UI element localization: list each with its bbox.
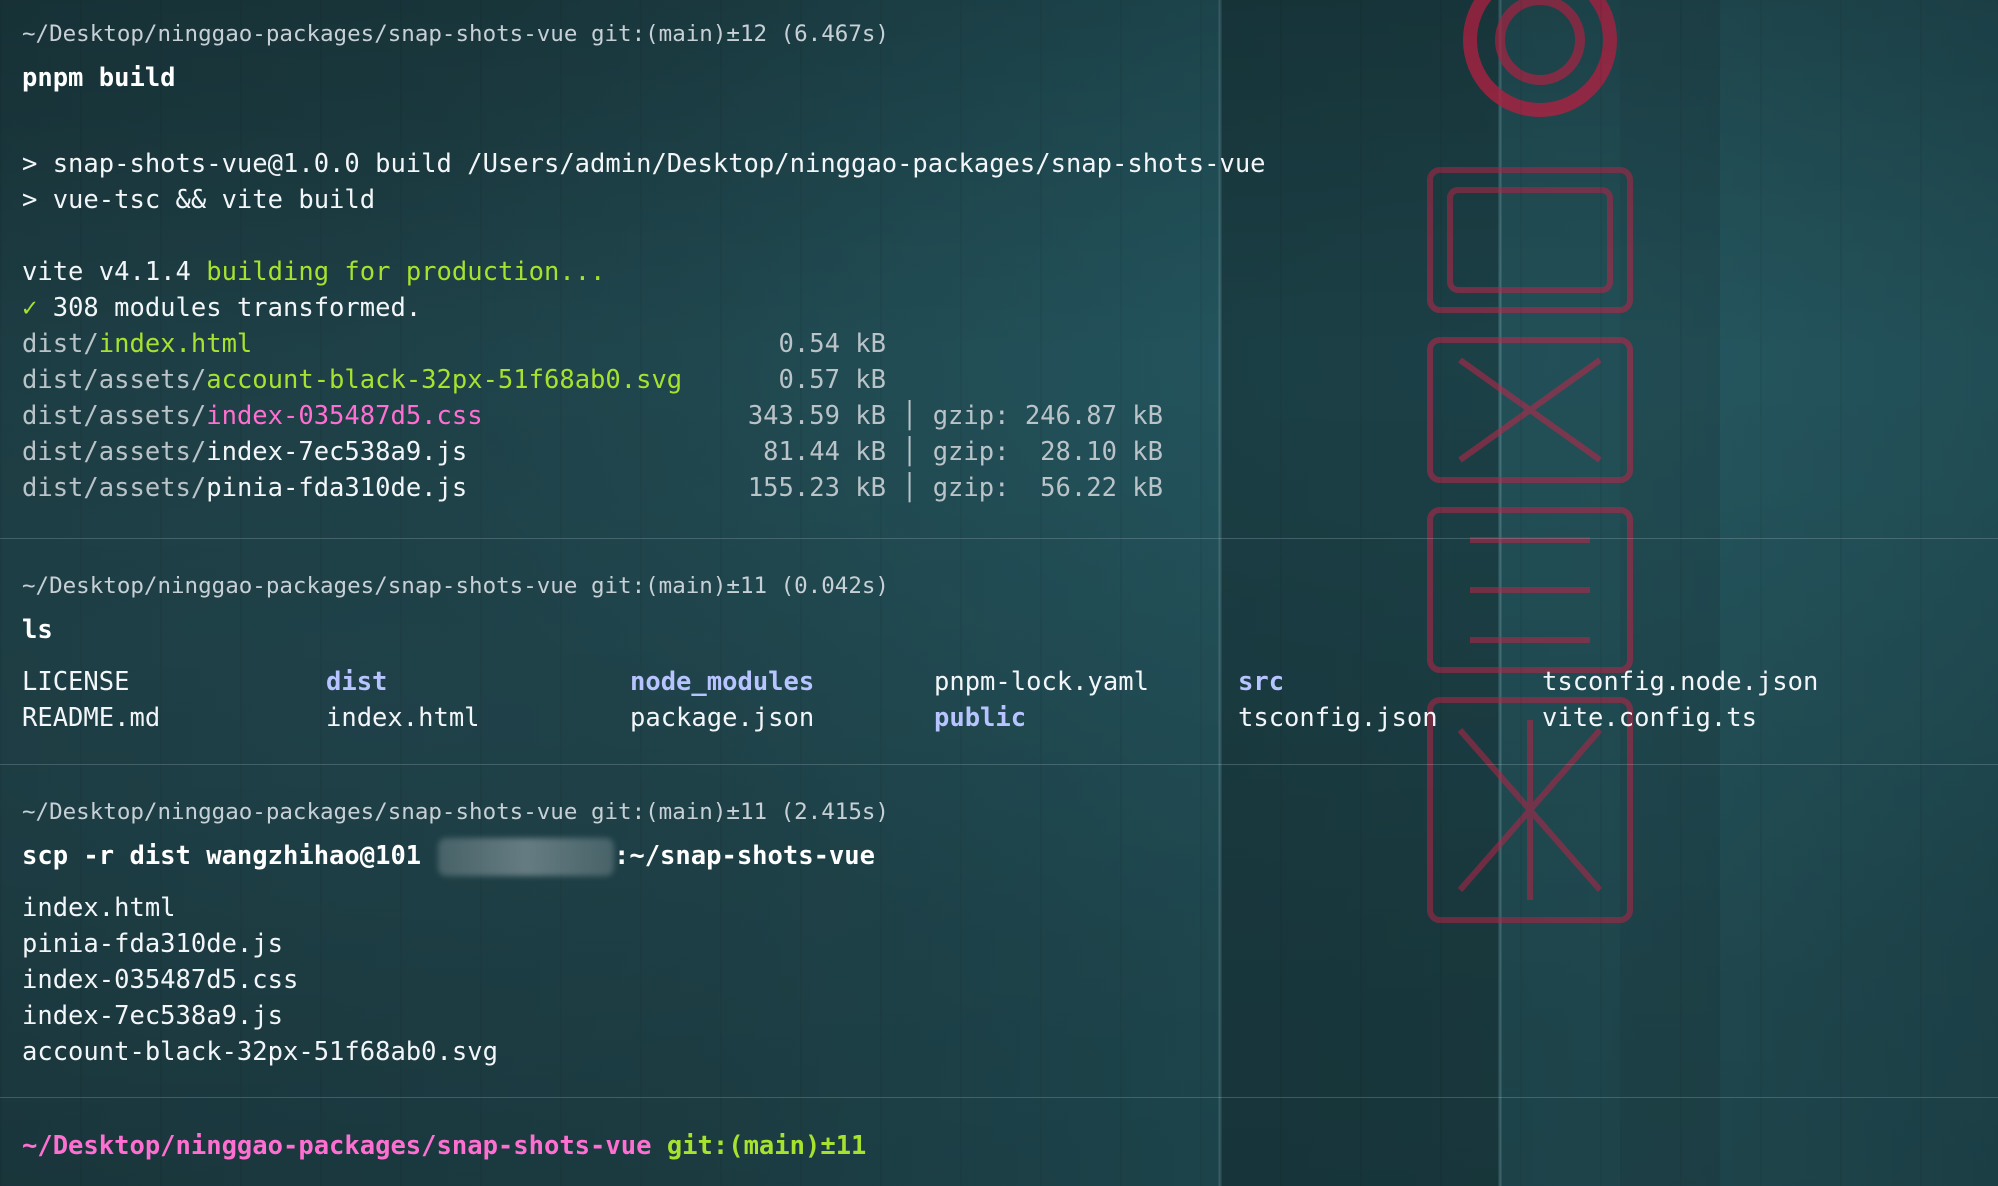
scp-output-line: pinia-fda310de.js	[22, 929, 283, 959]
vite-version: vite v4.1.4	[22, 257, 191, 287]
build-script-line: > snap-shots-vue@1.0.0 build /Users/admi…	[22, 149, 1266, 179]
build-file-row: dist/assets/pinia-fda310de.js	[22, 473, 468, 503]
build-file-row: dist/assets/index-7ec538a9.js	[22, 437, 468, 467]
ls-entry-dir: node_modules	[630, 667, 815, 697]
file-size: 0.57 kB	[778, 365, 886, 395]
file-name: index.html	[98, 329, 253, 359]
file-size: 155.23 kB	[747, 473, 886, 503]
modules-transformed: ✓ 308 modules transformed.	[22, 290, 421, 326]
build-file-row: dist/assets/account-black-32px-51f68ab0.…	[22, 365, 683, 395]
current-prompt-input[interactable]: ~/Desktop/ninggao-packages/snap-shots-vu…	[22, 1128, 866, 1164]
redacted-ip-blur	[438, 838, 614, 876]
block3-command-suffix: :~/snap-shots-vue	[614, 841, 875, 871]
ls-entry-dir: public	[934, 703, 1027, 733]
current-prompt-path: ~/Desktop/ninggao-packages/snap-shots-vu…	[22, 1131, 652, 1161]
gzip-size: │ gzip: 56.22 kB	[902, 473, 1163, 503]
ls-entry: vite.config.ts	[1542, 703, 1757, 733]
ls-entry: LICENSE	[22, 667, 130, 697]
file-size: 81.44 kB	[763, 437, 886, 467]
scp-output-line: account-black-32px-51f68ab0.svg	[22, 1037, 498, 1067]
block1-prompt: ~/Desktop/ninggao-packages/snap-shots-vu…	[22, 21, 889, 47]
gzip-size: │ gzip: 28.10 kB	[902, 437, 1163, 467]
block1-command: pnpm build	[22, 63, 176, 93]
ls-entry: tsconfig.node.json	[1542, 667, 1819, 697]
build-file-row: dist/index.html	[22, 329, 253, 359]
gzip-size: │ gzip: 246.87 kB	[902, 401, 1163, 431]
file-size: 0.54 kB	[778, 329, 886, 359]
scp-output-line: index-7ec538a9.js	[22, 1001, 283, 1031]
file-size: 343.59 kB	[747, 401, 886, 431]
file-name: index-035487d5.css	[206, 401, 483, 431]
block2-command: ls	[22, 615, 53, 645]
scp-output-line: index-035487d5.css	[22, 965, 299, 995]
current-prompt-git: git:(main)±11	[666, 1131, 867, 1161]
ls-entry: README.md	[22, 703, 161, 733]
ls-entry: package.json	[630, 703, 815, 733]
scp-output-line: index.html	[22, 893, 176, 923]
file-name: index-7ec538a9.js	[206, 437, 468, 467]
ls-entry: tsconfig.json	[1238, 703, 1438, 733]
block3-command-prefix: scp -r dist wangzhihao@101	[22, 841, 422, 871]
file-name: pinia-fda310de.js	[206, 473, 468, 503]
ls-entry: pnpm-lock.yaml	[934, 667, 1149, 697]
terminal-window[interactable]: ~/Desktop/ninggao-packages/snap-shots-vu…	[0, 0, 1998, 1186]
block3-prompt: ~/Desktop/ninggao-packages/snap-shots-vu…	[22, 799, 889, 825]
block-separator	[0, 538, 1998, 539]
build-script-line: > vue-tsc && vite build	[22, 185, 376, 215]
vite-build-status: vite v4.1.4 building for production...	[22, 254, 605, 290]
block2-prompt: ~/Desktop/ninggao-packages/snap-shots-vu…	[22, 573, 889, 599]
build-file-row: dist/assets/index-035487d5.css	[22, 401, 483, 431]
ls-entry-dir: src	[1238, 667, 1285, 697]
block-separator	[0, 1097, 1998, 1098]
file-name: account-black-32px-51f68ab0.svg	[206, 365, 683, 395]
modules-count-text: 308 modules transformed.	[52, 293, 422, 323]
vite-building-text: building for production...	[206, 257, 606, 287]
ls-entry-dir: dist	[326, 667, 388, 697]
check-icon: ✓	[22, 293, 38, 323]
ls-entry: index.html	[326, 703, 480, 733]
block-separator	[0, 764, 1998, 765]
